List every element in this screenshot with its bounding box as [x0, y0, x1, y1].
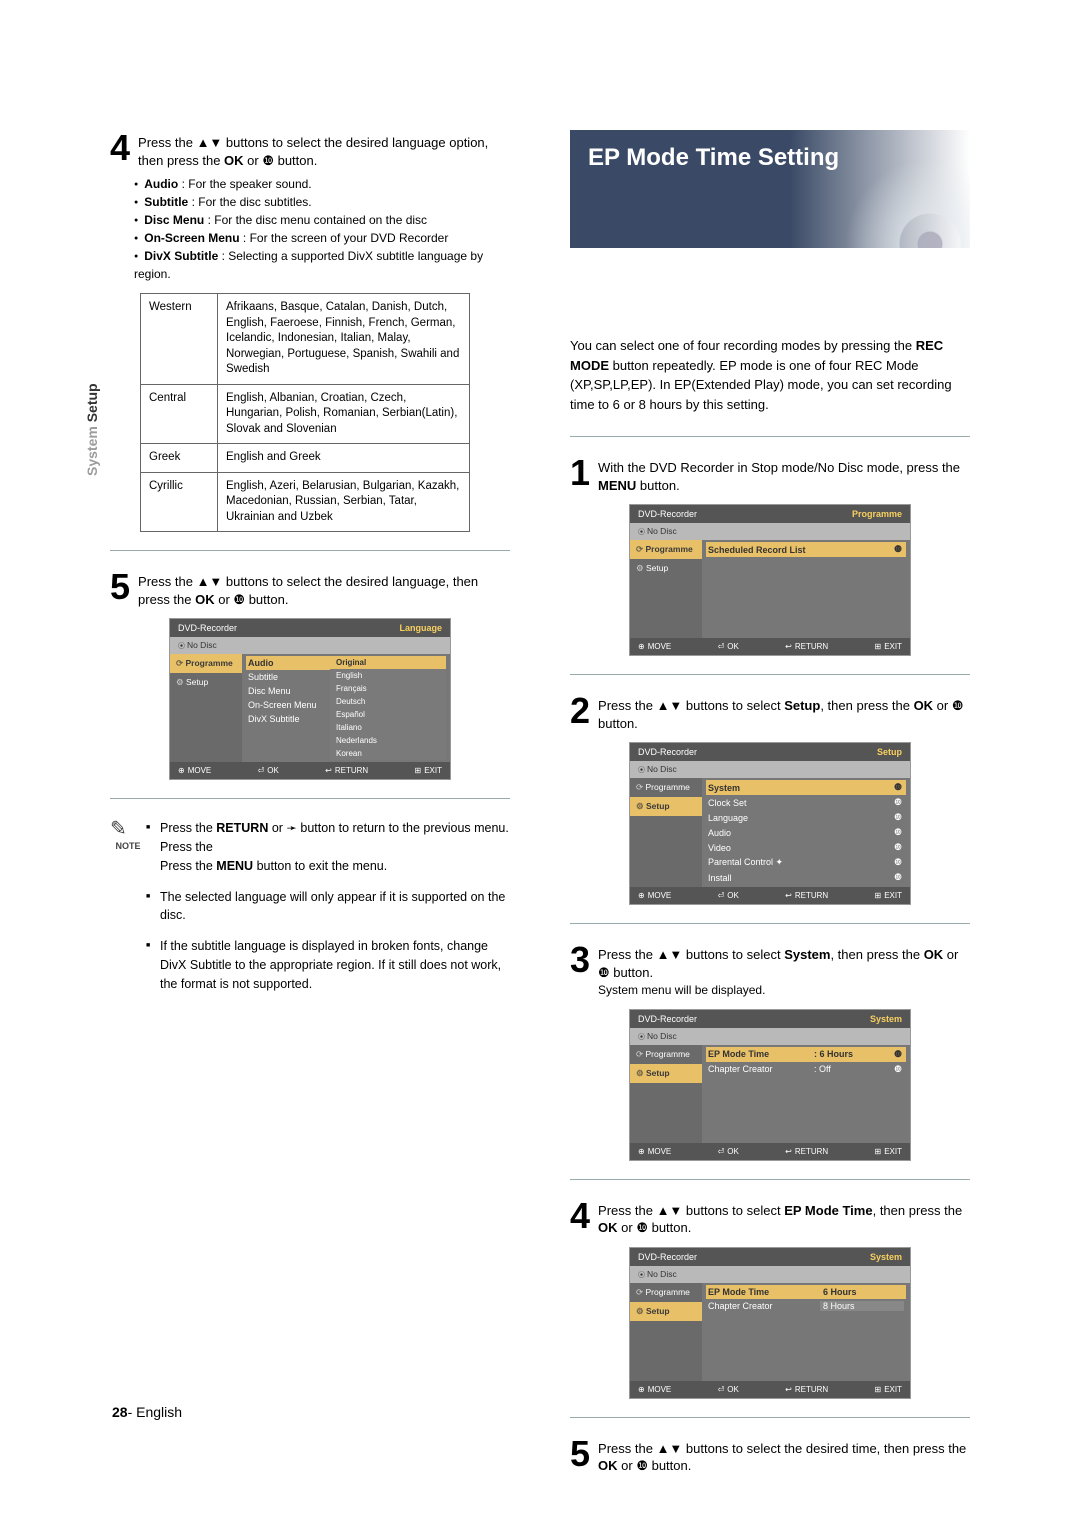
- osd-corner: Language: [399, 623, 442, 633]
- page: 4 Press the ▲▼ buttons to select the des…: [0, 0, 1080, 1521]
- left-column: 4 Press the ▲▼ buttons to select the des…: [110, 130, 510, 1481]
- note-block: ✎ NOTE Press the RETURN or ➛ button to r…: [110, 819, 510, 1005]
- right-icon: ❿: [636, 1458, 648, 1473]
- step-text: Press the ▲▼ buttons to select the desir…: [138, 569, 510, 608]
- step-text: Press the ▲▼ buttons to select EP Mode T…: [598, 1198, 970, 1237]
- step-text: Press the ▲▼ buttons to select System, t…: [598, 942, 970, 999]
- right-icon: ❿: [952, 698, 964, 713]
- updown-icon: ▲▼: [657, 1203, 683, 1218]
- bullet-osd-menu: On-Screen Menu : For the screen of your …: [134, 229, 510, 247]
- divider: [570, 436, 970, 437]
- osd-sidebar: Programme Setup: [170, 654, 242, 762]
- divider: [110, 550, 510, 551]
- osd-main: Audio Subtitle Disc Menu On-Screen Menu …: [242, 654, 450, 762]
- step-number: 3: [570, 942, 590, 978]
- right-step-2: 2 Press the ▲▼ buttons to select Setup, …: [570, 693, 970, 732]
- side-tab: System Setup: [84, 383, 100, 476]
- osd-programme: DVD-RecorderProgramme No Disc ProgrammeS…: [629, 504, 911, 656]
- right-step-1: 1 With the DVD Recorder in Stop mode/No …: [570, 455, 970, 494]
- updown-icon: ▲▼: [657, 947, 683, 962]
- language-option-list: Audio : For the speaker sound. Subtitle …: [134, 175, 510, 283]
- osd-setup: DVD-RecorderSetup No Disc ProgrammeSetup…: [629, 742, 911, 905]
- divider: [570, 1417, 970, 1418]
- osd-side-programme: Programme: [170, 654, 242, 673]
- osd-side-setup: Setup: [170, 673, 242, 692]
- step-text: Press the ▲▼ buttons to select Setup, th…: [598, 693, 970, 732]
- note-icon-wrap: ✎ NOTE: [110, 819, 146, 1005]
- step-text: With the DVD Recorder in Stop mode/No Di…: [598, 455, 970, 494]
- osd-title: DVD-Recorder: [178, 623, 237, 633]
- note-label: NOTE: [110, 841, 146, 851]
- right-icon: ❿: [636, 1220, 648, 1235]
- step-number: 5: [570, 1436, 590, 1472]
- updown-icon: ▲▼: [197, 135, 223, 150]
- step-text: Press the ▲▼ buttons to select the desir…: [138, 130, 510, 169]
- note-item: The selected language will only appear i…: [146, 888, 510, 926]
- bullet-divx: DivX Subtitle : Selecting a supported Di…: [134, 247, 510, 283]
- section-heading: EP Mode Time Setting: [570, 130, 970, 248]
- right-step-3: 3 Press the ▲▼ buttons to select System,…: [570, 942, 970, 999]
- updown-icon: ▲▼: [657, 698, 683, 713]
- updown-icon: ▲▼: [657, 1441, 683, 1456]
- row-greek: GreekEnglish and Greek: [141, 444, 470, 473]
- page-footer: 28- English: [112, 1404, 182, 1420]
- pencil-icon: ✎: [110, 819, 146, 839]
- right-column: EP Mode Time Setting You can select one …: [570, 130, 970, 1481]
- divider: [570, 923, 970, 924]
- note-item: If the subtitle language is displayed in…: [146, 937, 510, 993]
- bullet-audio: Audio : For the speaker sound.: [134, 175, 510, 193]
- right-step-5: 5 Press the ▲▼ buttons to select the des…: [570, 1436, 970, 1475]
- divider: [110, 798, 510, 799]
- left-step-4: 4 Press the ▲▼ buttons to select the des…: [110, 130, 510, 169]
- updown-icon: ▲▼: [197, 574, 223, 589]
- osd-subheader: No Disc: [170, 637, 450, 654]
- region-table: WesternAfrikaans, Basque, Catalan, Danis…: [140, 293, 470, 532]
- osd-footer: MOVE OK RETURN EXIT: [170, 762, 450, 779]
- step-number: 1: [570, 455, 590, 491]
- row-central: CentralEnglish, Albanian, Croatian, Czec…: [141, 384, 470, 444]
- bullet-subtitle: Subtitle : For the disc subtitles.: [134, 193, 510, 211]
- row-cyrillic: CyrillicEnglish, Azeri, Belarusian, Bulg…: [141, 472, 470, 532]
- right-step-4: 4 Press the ▲▼ buttons to select EP Mode…: [570, 1198, 970, 1237]
- region-table-wrap: WesternAfrikaans, Basque, Catalan, Danis…: [110, 293, 510, 532]
- osd-system: DVD-RecorderSystem No Disc ProgrammeSetu…: [629, 1009, 911, 1161]
- left-icon: ➛: [286, 821, 296, 835]
- right-icon: ❿: [262, 153, 274, 168]
- intro-text: You can select one of four recording mod…: [570, 336, 970, 414]
- note-list: Press the RETURN or ➛ button to return t…: [146, 819, 510, 1005]
- step-number: 4: [570, 1198, 590, 1234]
- osd-epmode: DVD-RecorderSystem No Disc ProgrammeSetu…: [629, 1247, 911, 1399]
- osd-language: DVD-Recorder Language No Disc Programme S…: [169, 618, 451, 780]
- divider: [570, 674, 970, 675]
- step-number: 2: [570, 693, 590, 729]
- right-icon: ❿: [598, 965, 610, 980]
- step-number: 5: [110, 569, 130, 605]
- row-western: WesternAfrikaans, Basque, Catalan, Danis…: [141, 294, 470, 385]
- divider: [570, 1179, 970, 1180]
- bullet-disc-menu: Disc Menu : For the disc menu contained …: [134, 211, 510, 229]
- step-text: Press the ▲▼ buttons to select the desir…: [598, 1436, 970, 1475]
- note-item: Press the RETURN or ➛ button to return t…: [146, 819, 510, 875]
- right-icon: ❿: [233, 592, 245, 607]
- left-step-5: 5 Press the ▲▼ buttons to select the des…: [110, 569, 510, 608]
- step-number: 4: [110, 130, 130, 166]
